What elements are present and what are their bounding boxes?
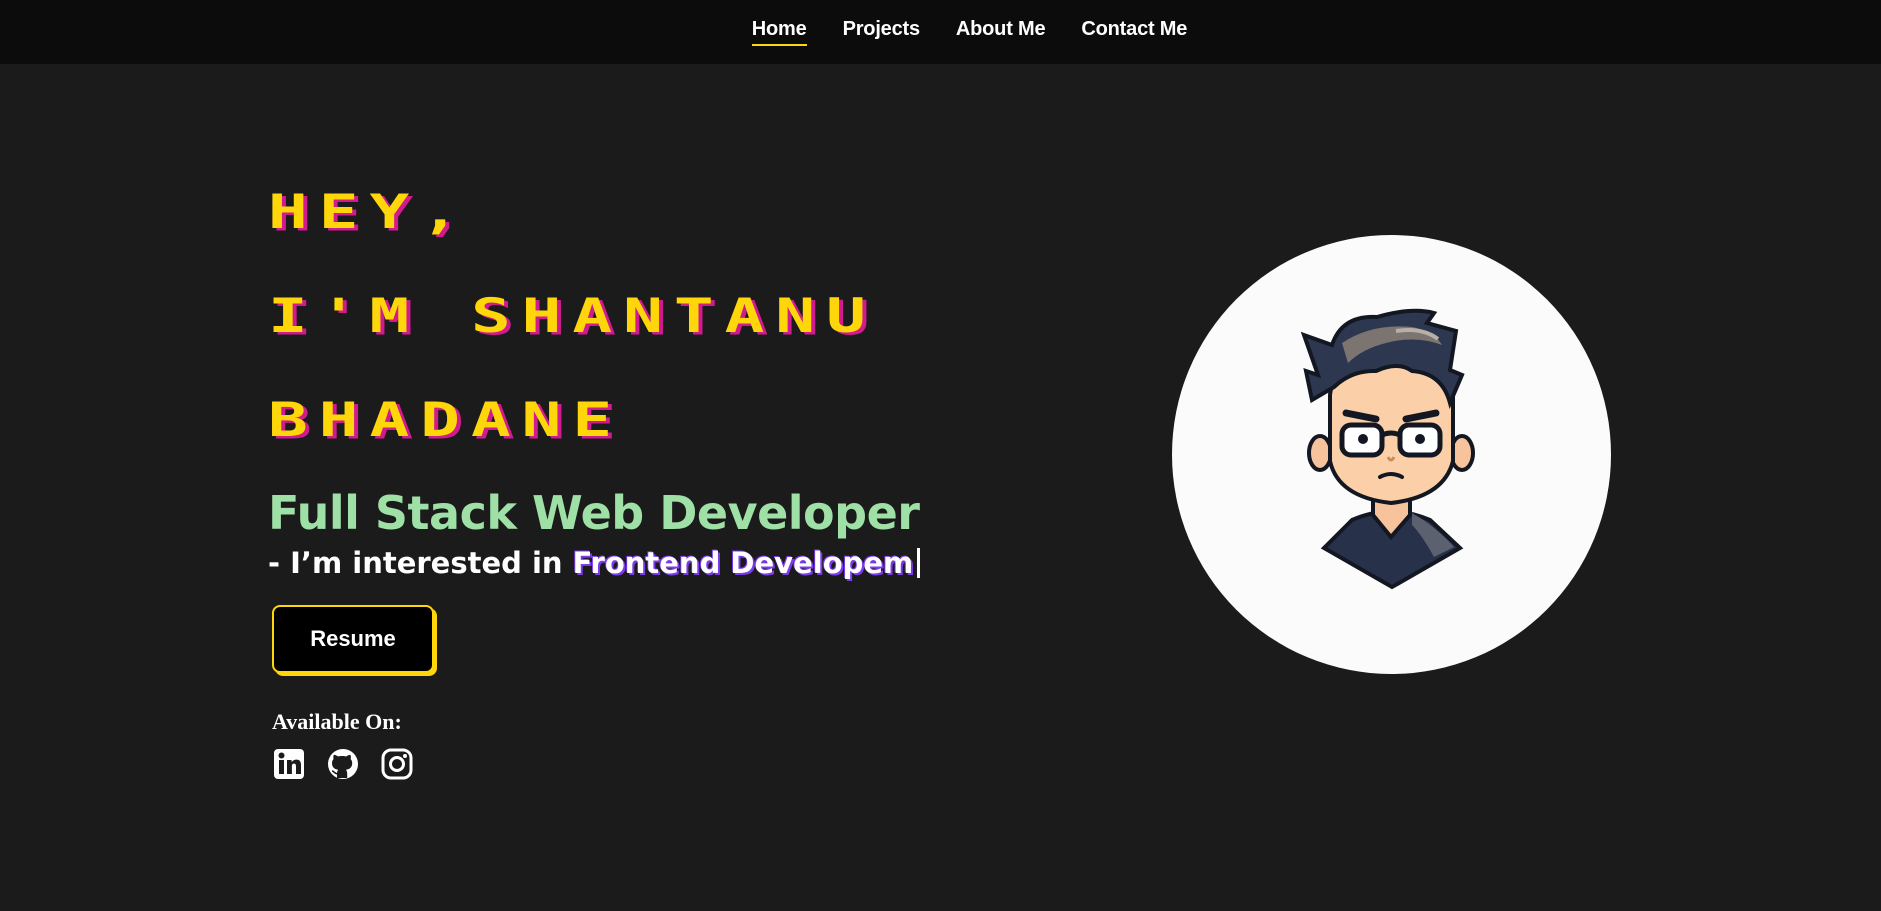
top-navbar: Home Projects About Me Contact Me — [0, 0, 1881, 64]
nav-about-link[interactable]: About Me — [956, 18, 1046, 46]
cartoon-avatar-illustration — [1300, 308, 1475, 590]
nav-contact-link[interactable]: Contact Me — [1081, 18, 1187, 46]
interest-prefix: - I’m interested in — [268, 546, 563, 580]
resume-button[interactable]: Resume — [272, 605, 434, 673]
greeting-line-1: HEY, — [268, 183, 471, 240]
nav-home-link[interactable]: Home — [751, 18, 807, 46]
interest-line: - I’m interested in Frontend Developem — [268, 546, 1028, 580]
hero-intro: HEY, I'M SHANTANU BHADANE Full Stack Web… — [268, 160, 1028, 781]
linkedin-icon[interactable] — [272, 747, 306, 781]
typed-interest-text: Frontend Developem — [572, 546, 914, 580]
instagram-icon[interactable] — [380, 747, 414, 781]
role-title: Full Stack Web Developer — [268, 486, 920, 540]
available-on-label: Available On: — [272, 709, 402, 734]
github-icon[interactable] — [326, 747, 360, 781]
greeting-line-3: BHADANE — [268, 391, 624, 448]
social-links — [272, 747, 1028, 781]
nav-projects-link[interactable]: Projects — [843, 18, 921, 46]
greeting-line-2: I'M SHANTANU — [268, 287, 877, 344]
typing-cursor — [917, 548, 921, 578]
profile-avatar — [1172, 235, 1611, 674]
